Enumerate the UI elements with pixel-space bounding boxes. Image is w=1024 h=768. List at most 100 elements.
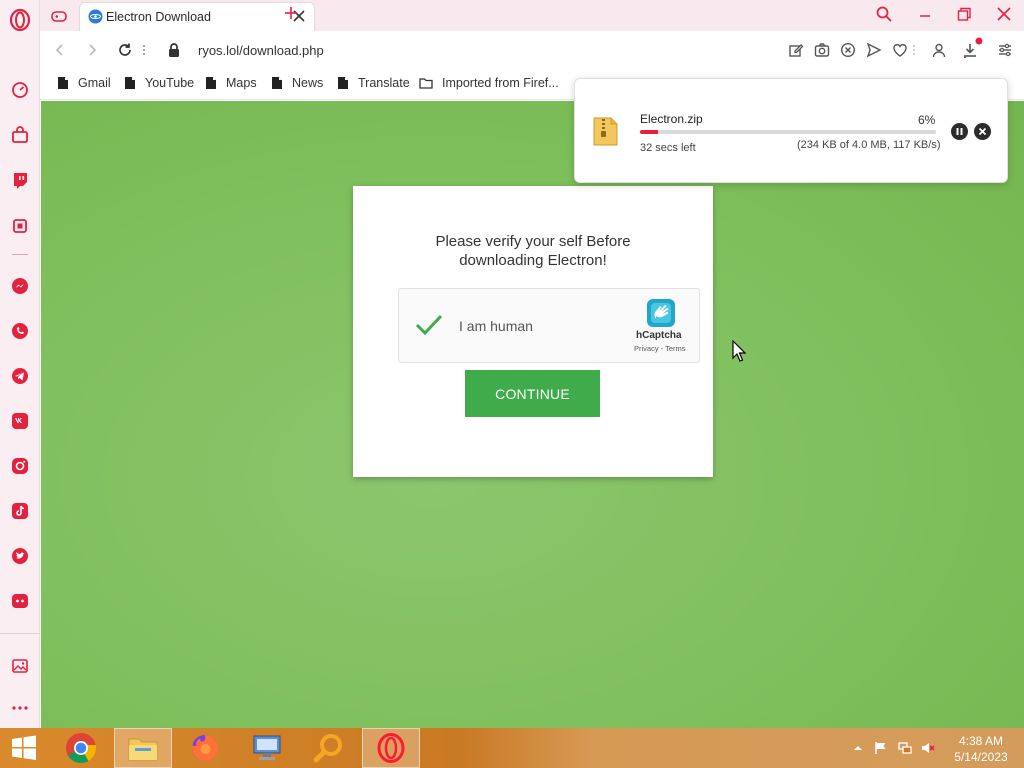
tiktok-icon[interactable] xyxy=(8,499,32,523)
close-window-icon[interactable] xyxy=(996,6,1012,22)
volume-muted-icon[interactable] xyxy=(921,741,935,755)
toolbar-divider-icon xyxy=(913,45,915,55)
taskbar-remote-desktop[interactable] xyxy=(238,728,296,768)
tab-electron-download[interactable]: Electron Download xyxy=(79,2,315,31)
instagram-icon[interactable] xyxy=(8,454,32,478)
hcaptcha-logo-icon xyxy=(647,299,675,327)
taskbar: 4:38 AM 5/14/2023 xyxy=(0,728,1024,768)
opera-logo-icon[interactable] xyxy=(8,8,32,32)
forward-icon[interactable] xyxy=(84,42,100,58)
opera-icon xyxy=(377,733,405,763)
bookmark-folder-imported[interactable]: Imported from Firef... xyxy=(419,76,559,90)
hcaptcha-brand: hCaptcha xyxy=(636,330,682,341)
snapshot-icon[interactable] xyxy=(814,42,830,58)
messenger-icon[interactable] xyxy=(8,274,32,298)
taskbar-file-explorer[interactable] xyxy=(114,728,172,768)
sidebar-separator xyxy=(12,254,28,255)
bookmark-heart-icon[interactable] xyxy=(892,42,908,58)
send-icon[interactable] xyxy=(866,42,882,58)
reload-icon[interactable] xyxy=(117,42,133,58)
tab-strip: Electron Download xyxy=(40,0,1024,31)
bookmark-label: Translate xyxy=(358,76,410,90)
bookmark-label: YouTube xyxy=(145,76,195,90)
checkmark-icon[interactable] xyxy=(415,313,443,337)
ad-blocker-icon[interactable] xyxy=(840,42,856,58)
download-progress-bar xyxy=(640,130,936,134)
restore-icon[interactable] xyxy=(956,6,972,22)
minimize-icon[interactable] xyxy=(917,6,933,22)
download-percent: 6% xyxy=(918,113,936,127)
speed-dial-icon[interactable] xyxy=(8,78,32,102)
computer-icon xyxy=(253,735,281,760)
address-toolbar: ryos.lol/download.php xyxy=(40,31,1024,69)
continue-button[interactable]: CONTINUE xyxy=(465,370,600,417)
gx-workspace-icon[interactable] xyxy=(50,7,68,25)
tab-title: Electron Download xyxy=(106,10,211,24)
new-tab-icon[interactable] xyxy=(284,6,298,20)
search-tabs-icon[interactable] xyxy=(876,6,892,22)
bookmark-label: News xyxy=(292,76,324,90)
cancel-download-button[interactable] xyxy=(974,123,991,140)
discord-icon[interactable] xyxy=(8,589,32,613)
twitch-icon[interactable] xyxy=(8,168,32,192)
captcha-widget[interactable]: I am human hCaptcha Privacy - Terms xyxy=(398,288,700,363)
page-icon xyxy=(125,77,135,89)
tray-expand-icon[interactable] xyxy=(851,741,865,755)
whatsapp-icon[interactable] xyxy=(8,319,32,343)
gallery-icon[interactable] xyxy=(8,654,32,678)
bookmark-news[interactable]: News xyxy=(271,76,323,90)
taskbar-chrome[interactable] xyxy=(52,728,110,768)
edit-icon[interactable] xyxy=(788,42,804,58)
pause-icon xyxy=(956,128,963,135)
bookmark-gmail[interactable]: Gmail xyxy=(57,76,111,90)
page-menu-icon[interactable] xyxy=(141,42,147,58)
action-center-flag-icon[interactable] xyxy=(874,741,888,755)
address-url[interactable]: ryos.lol/download.php xyxy=(198,43,324,58)
download-size-info: (234 KB of 4.0 MB, 117 KB/s) xyxy=(797,139,941,151)
bookmark-youtube[interactable]: YouTube xyxy=(124,76,194,90)
close-icon xyxy=(978,127,987,136)
page-icon xyxy=(338,77,348,89)
sidebar xyxy=(0,0,40,728)
zip-file-icon[interactable] xyxy=(591,115,621,147)
clock-date: 5/14/2023 xyxy=(954,750,1008,764)
verify-heading: Please verify your self Before downloadi… xyxy=(353,232,713,270)
back-icon[interactable] xyxy=(52,42,68,58)
bookmark-label: Gmail xyxy=(78,76,111,90)
folder-icon xyxy=(419,78,433,89)
windows-logo-icon xyxy=(12,735,36,760)
sidebar-separator xyxy=(0,633,40,634)
account-icon[interactable] xyxy=(931,42,947,58)
start-button[interactable] xyxy=(0,728,48,768)
lock-icon[interactable] xyxy=(167,42,181,58)
pause-button[interactable] xyxy=(951,123,968,140)
download-popup: Electron.zip 6% 32 secs left (234 KB of … xyxy=(574,78,1008,183)
bookmark-translate[interactable]: Translate xyxy=(337,76,410,90)
aria-ai-icon[interactable] xyxy=(8,214,32,238)
mouse-cursor-icon xyxy=(732,340,746,362)
download-time-left: 32 secs left xyxy=(640,142,696,154)
bookmark-label: Maps xyxy=(226,76,257,90)
folder-icon xyxy=(128,738,158,761)
hcaptcha-links[interactable]: Privacy - Terms xyxy=(634,344,686,353)
bookmark-label: Imported from Firef... xyxy=(442,76,559,90)
vk-icon[interactable] xyxy=(8,409,32,433)
network-icon[interactable] xyxy=(898,741,912,755)
taskbar-clock[interactable]: 4:38 AM 5/14/2023 xyxy=(948,733,1014,765)
taskbar-opera[interactable] xyxy=(362,728,420,768)
clock-time: 4:38 AM xyxy=(958,734,1004,748)
download-filename[interactable]: Electron.zip xyxy=(640,112,703,126)
magnifier-icon xyxy=(313,734,342,763)
telegram-icon[interactable] xyxy=(8,364,32,388)
more-icon[interactable] xyxy=(8,696,32,720)
easy-setup-icon[interactable] xyxy=(997,42,1013,58)
taskbar-firefox[interactable] xyxy=(176,728,234,768)
shopping-icon[interactable] xyxy=(8,123,32,147)
page-icon xyxy=(206,77,216,89)
taskbar-search-app[interactable] xyxy=(300,728,358,768)
verify-heading-line2: downloading Electron! xyxy=(459,252,607,269)
bookmark-maps[interactable]: Maps xyxy=(205,76,257,90)
verify-heading-line1: Please verify your self Before xyxy=(435,233,631,250)
twitter-icon[interactable] xyxy=(8,544,32,568)
firefox-icon xyxy=(192,735,219,761)
